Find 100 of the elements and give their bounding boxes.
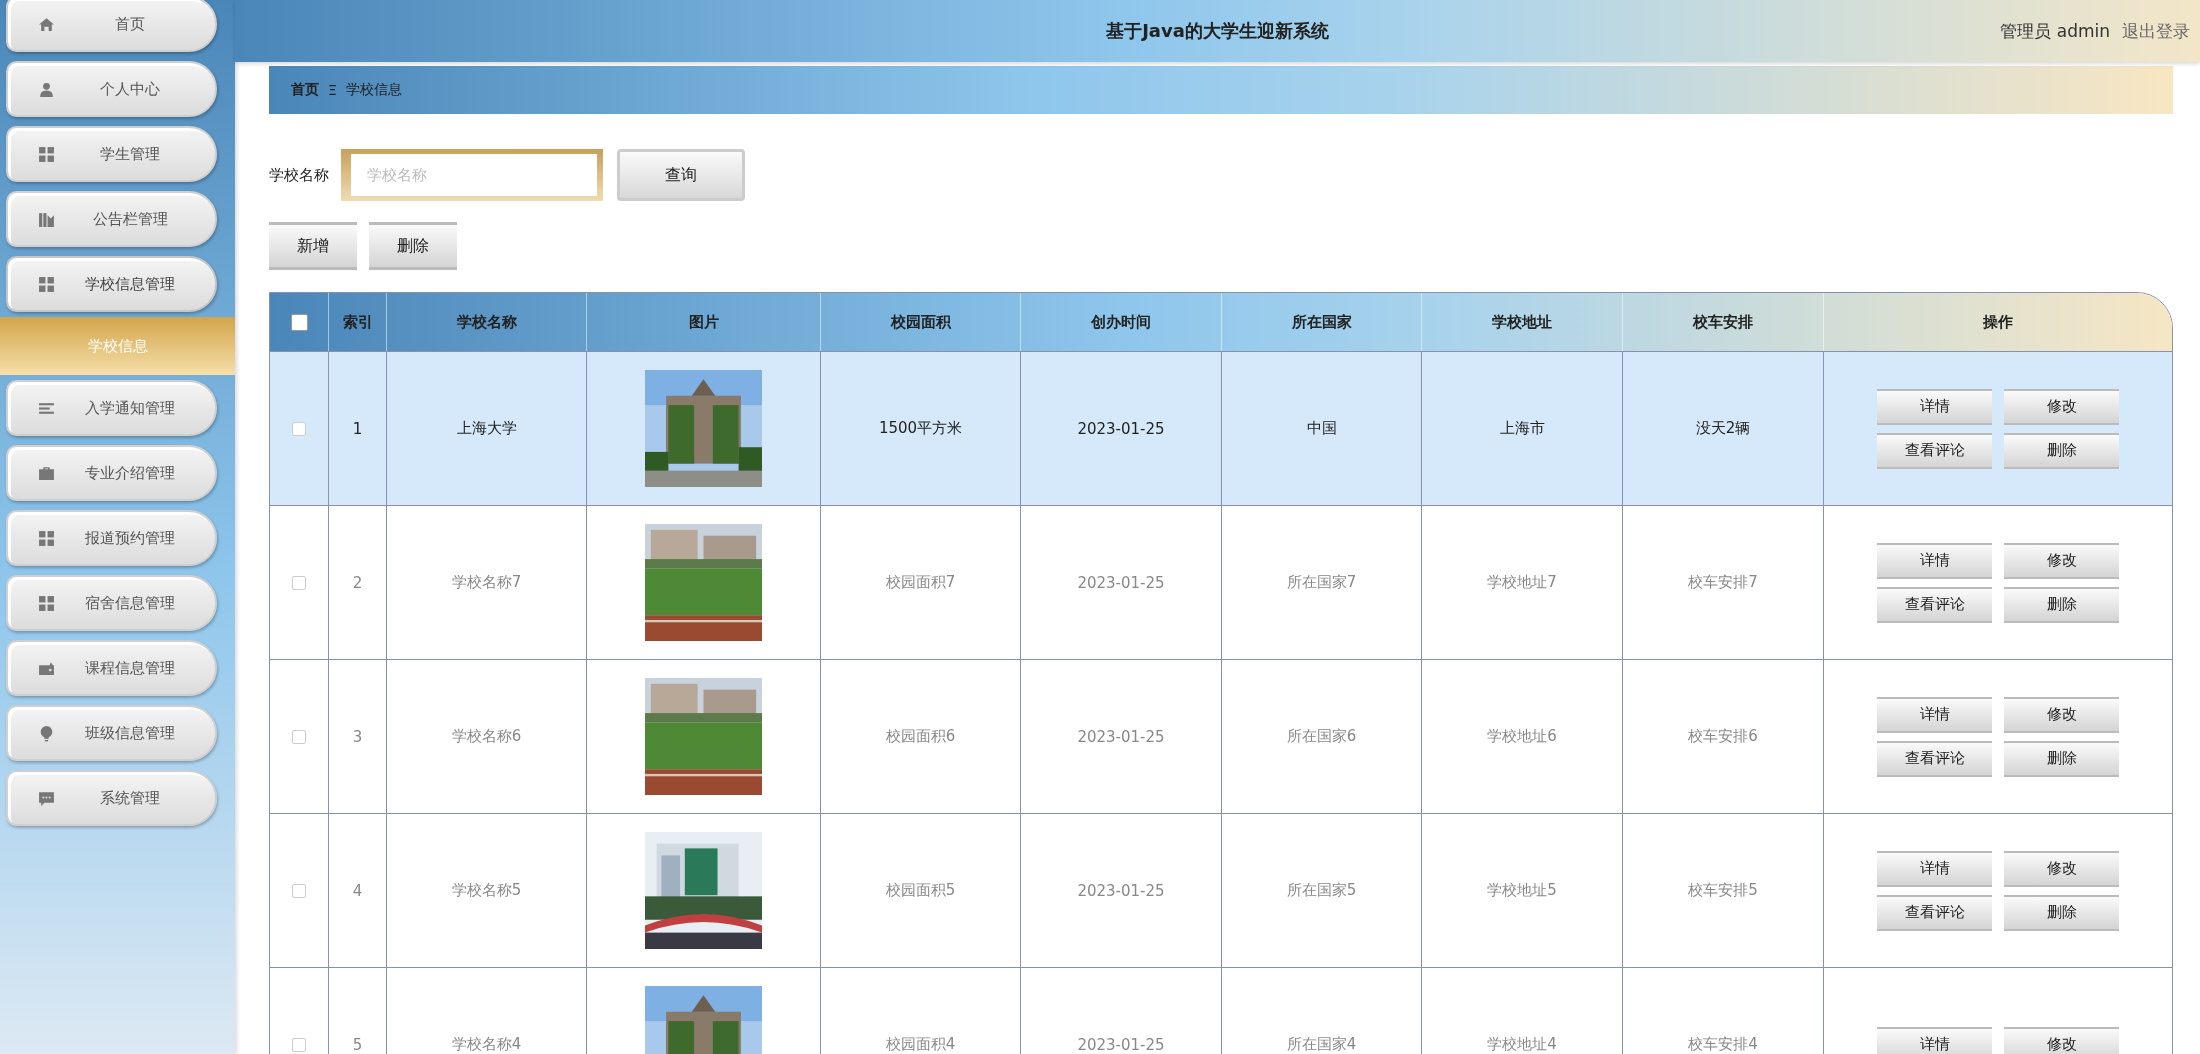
table-cell: 学校地址5 <box>1487 881 1557 900</box>
table-cell: 5 <box>352 1035 363 1054</box>
table-cell: 校园面积6 <box>885 727 956 746</box>
grid-icon <box>38 275 55 293</box>
bulb-icon <box>38 724 55 742</box>
row-checkbox[interactable] <box>292 421 306 436</box>
row-action-button[interactable]: 修改 <box>2004 696 2119 733</box>
menu-item[interactable]: 课程信息管理 <box>6 640 217 696</box>
row-action-button[interactable]: 删除 <box>2004 586 2119 623</box>
action-button[interactable]: 删除 <box>369 222 457 270</box>
action-button[interactable]: 新增 <box>269 222 357 270</box>
search-label: 学校名称 <box>269 165 329 185</box>
menu-item[interactable]: 公告栏管理 <box>6 191 217 247</box>
row-action-button[interactable]: 修改 <box>2004 1026 2119 1054</box>
table-row[interactable]: 3 学校名称6 校园面积6 2023-01-25 所在国家6 学校地址6 校车安排6 详情 修改 查看评论 删除 <box>270 659 2172 813</box>
table-cell: 2023-01-25 <box>1077 727 1165 746</box>
table-row[interactable]: 2 学校名称7 校园面积7 2023-01-25 所在国家7 学校地址7 校车安排7 详情 修改 查看评论 删除 <box>270 505 2172 659</box>
chat-icon <box>38 789 55 807</box>
user-icon <box>38 80 55 98</box>
table-cell: 中国 <box>1306 419 1337 438</box>
table-cell: 所在国家4 <box>1286 1035 1357 1054</box>
column-header: 创办时间 <box>1091 312 1151 332</box>
table-row[interactable]: 4 学校名称5 校园面积5 2023-01-25 所在国家5 学校地址5 校车安排5 详情 修改 查看评论 删除 <box>270 813 2172 967</box>
row-action-button[interactable]: 详情 <box>1877 850 1992 887</box>
user-label: 管理员 admin <box>2000 19 2110 43</box>
table-cell: 学校地址6 <box>1487 727 1557 746</box>
menu-item[interactable]: 个人中心 <box>6 61 217 117</box>
row-checkbox[interactable] <box>292 575 306 590</box>
column-header: 操作 <box>1983 312 2013 332</box>
table-cell: 所在国家7 <box>1286 573 1357 592</box>
row-action-button[interactable]: 查看评论 <box>1877 432 1992 469</box>
row-action-button[interactable]: 删除 <box>2004 432 2119 469</box>
app-title: 基于Java的大学生迎新系统 <box>1106 19 1329 43</box>
row-action-button[interactable]: 查看评论 <box>1877 586 1992 623</box>
grid-icon <box>38 145 55 163</box>
table-cell: 学校名称7 <box>451 573 522 592</box>
column-header: 校园面积 <box>890 312 951 332</box>
table-cell: 学校名称5 <box>451 881 522 900</box>
table-cell: 学校地址4 <box>1487 1035 1557 1054</box>
table-cell: 上海市 <box>1499 419 1545 438</box>
menu-item[interactable]: 宿舍信息管理 <box>6 575 217 631</box>
row-action-button[interactable]: 详情 <box>1877 696 1992 733</box>
breadcrumb-separator: Ξ <box>328 82 337 98</box>
row-action-button[interactable]: 详情 <box>1877 1026 1992 1054</box>
row-action-button[interactable]: 修改 <box>2004 542 2119 579</box>
column-header: 所在国家 <box>1291 312 1352 332</box>
table-cell: 校园面积7 <box>885 573 956 592</box>
table-cell: 所在国家6 <box>1286 727 1357 746</box>
grid-icon <box>38 529 55 547</box>
row-checkbox[interactable] <box>292 883 306 898</box>
logout-link[interactable]: 退出登录 <box>2122 19 2190 43</box>
table-cell: 2023-01-25 <box>1077 419 1165 438</box>
table-row[interactable]: 5 学校名称4 校园面积4 2023-01-25 所在国家4 学校地址4 校车安排4 详情 修改 <box>270 967 2172 1054</box>
row-action-button[interactable]: 查看评论 <box>1877 894 1992 931</box>
breadcrumb-current: 学校信息 <box>345 81 402 99</box>
table-cell: 2023-01-25 <box>1077 573 1165 592</box>
table-cell: 校车安排6 <box>1688 727 1758 746</box>
table-cell: 学校名称4 <box>451 1035 522 1054</box>
table-cell: 1 <box>352 419 363 438</box>
table-cell: 2 <box>352 573 363 592</box>
table-cell: 4 <box>352 881 363 900</box>
table-cell: 学校名称6 <box>451 727 522 746</box>
menu-item[interactable]: 学校信息管理 <box>6 256 217 312</box>
menu-item[interactable]: 入学通知管理 <box>6 380 217 436</box>
search-field[interactable]: 学校名称 <box>341 149 603 201</box>
menu-item[interactable]: 班级信息管理 <box>6 705 217 761</box>
table-row[interactable]: 1 上海大学 1500平方米 2023-01-25 中国 上海市 没天2辆 详情 修改 查看评论 删除 <box>270 351 2172 505</box>
row-checkbox[interactable] <box>292 1037 306 1052</box>
table-cell: 2023-01-25 <box>1077 1035 1165 1054</box>
home-icon <box>38 15 55 33</box>
breadcrumb-link[interactable]: 首页 <box>291 81 319 99</box>
menu-item[interactable]: 报道预约管理 <box>6 510 217 566</box>
row-action-button[interactable]: 修改 <box>2004 850 2119 887</box>
column-header: 学校地址 <box>1492 312 1552 332</box>
books-icon <box>38 210 55 228</box>
search-button[interactable]: 查询 <box>617 149 745 201</box>
row-action-button[interactable]: 查看评论 <box>1877 740 1992 777</box>
row-action-button[interactable]: 删除 <box>2004 740 2119 777</box>
menu-item[interactable]: 首页 <box>6 0 217 52</box>
table-cell: 没天2辆 <box>1695 419 1751 438</box>
table-cell: 校车安排5 <box>1688 881 1758 900</box>
table-cell: 2023-01-25 <box>1077 881 1165 900</box>
row-checkbox[interactable] <box>292 729 306 744</box>
grid-icon <box>38 594 55 612</box>
column-header: 学校名称 <box>456 312 517 332</box>
menu-item[interactable]: 学生管理 <box>6 126 217 182</box>
row-action-button[interactable]: 修改 <box>2004 388 2119 425</box>
row-action-button[interactable]: 详情 <box>1877 388 1992 425</box>
table-cell: 学校地址7 <box>1487 573 1557 592</box>
table-cell: 校园面积4 <box>885 1035 956 1054</box>
table-cell: 校车安排4 <box>1688 1035 1758 1054</box>
briefcase-icon <box>38 464 55 482</box>
row-action-button[interactable]: 详情 <box>1877 542 1992 579</box>
select-all-checkbox[interactable] <box>290 313 308 331</box>
table-cell: 3 <box>352 727 363 746</box>
menu-item[interactable]: 系统管理 <box>6 770 217 826</box>
table-cell: 校园面积5 <box>885 881 956 900</box>
row-action-button[interactable]: 删除 <box>2004 894 2119 931</box>
menu-item[interactable]: 专业介绍管理 <box>6 445 217 501</box>
column-header: 校车安排 <box>1693 312 1753 332</box>
